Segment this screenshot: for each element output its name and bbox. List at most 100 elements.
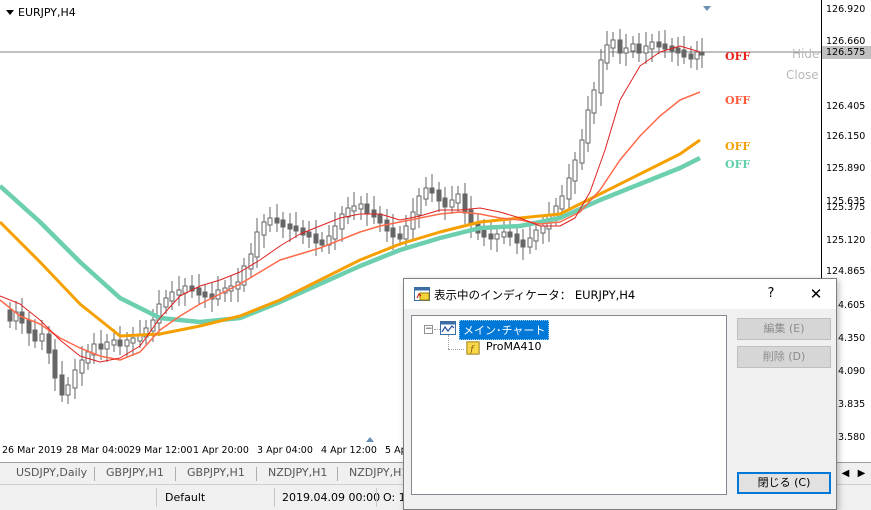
custom-indicator-icon: f: [466, 341, 480, 355]
candle-body: [442, 197, 448, 208]
tab-scroll-left-button[interactable]: ◀: [838, 465, 853, 482]
current-price-badge: 126.575: [822, 46, 871, 59]
delete-button[interactable]: 削除 (D): [737, 346, 831, 368]
tree-collapse-toggle[interactable]: −: [424, 325, 433, 334]
price-label: 126.150: [826, 131, 866, 142]
candle-body: [196, 287, 202, 296]
ghost-close-label[interactable]: Close: [786, 68, 819, 82]
candle-body: [579, 139, 585, 164]
candle-body: [254, 231, 260, 258]
indicators-dialog[interactable]: 表示中のインディケータ： EURJPY,H4 ? ✕ − メイン･チャート f …: [403, 278, 837, 510]
candle-body: [488, 233, 494, 240]
off-label-text: OFF: [725, 158, 751, 171]
candle-body: [293, 225, 299, 232]
time-label: 28 Mar 04:00: [66, 445, 130, 456]
candle-body: [694, 51, 700, 60]
candle-body: [169, 291, 175, 302]
status-profile: Default: [165, 491, 206, 504]
price-label: 126.405: [826, 101, 866, 112]
candle-body: [610, 39, 616, 49]
status-datetime: 2019.04.09 00:00: [282, 491, 381, 504]
tab-gbpjpy-h1-2[interactable]: GBPJPY,H1: [187, 466, 245, 479]
candle-body: [688, 53, 694, 60]
candle-body: [403, 225, 409, 240]
candle-body: [182, 285, 188, 294]
tree-item-main-chart[interactable]: メイン･チャート: [459, 320, 550, 340]
price-label: 125.375: [826, 202, 866, 213]
time-label: 1 Apr 20:00: [193, 445, 249, 456]
ghost-hide-label[interactable]: Hide: [792, 47, 819, 61]
tree-connector: [448, 349, 464, 350]
tab-gbpjpy-h1[interactable]: GBPJPY,H1: [106, 466, 164, 479]
candle-body: [124, 339, 130, 347]
off-label-text: OFF: [725, 50, 751, 63]
tab-nzdjpy-h1[interactable]: NZDJPY,H1: [268, 466, 327, 479]
candle-body: [699, 51, 705, 56]
candle-body: [351, 205, 357, 212]
indicator-list-icon: [414, 287, 430, 301]
candle-body: [397, 233, 403, 240]
candle-body: [566, 177, 572, 200]
candle-body: [636, 43, 642, 54]
dialog-title: 表示中のインディケータ： EURJPY,H4: [434, 288, 636, 302]
tree-connector: [448, 335, 449, 349]
tab-scroll-right-button[interactable]: ▶: [854, 465, 869, 482]
candle-body: [390, 227, 396, 238]
time-label: 3 Apr 04:00: [257, 445, 313, 456]
candle-body: [540, 225, 546, 234]
candle-body: [313, 233, 319, 244]
dialog-titlebar[interactable]: 表示中のインディケータ： EURJPY,H4 ? ✕: [404, 279, 836, 309]
price-label: 125.120: [826, 235, 866, 246]
price-label: 4.350: [838, 333, 866, 344]
dialog-close-button[interactable]: ✕: [804, 283, 828, 305]
tab-nzdjpy-h1-2[interactable]: NZDJPY,H1: [349, 466, 408, 479]
candle-body: [455, 193, 461, 204]
candle-body: [176, 289, 182, 296]
tab-separator: [175, 467, 176, 481]
candle-body: [59, 374, 65, 396]
candle-body: [130, 337, 136, 344]
candle-body: [104, 341, 110, 350]
candle-body: [604, 44, 610, 64]
triangle-right-icon: ▶: [857, 468, 866, 479]
candle-body: [507, 231, 513, 238]
price-label: 3.835: [838, 399, 866, 410]
help-button[interactable]: ?: [760, 283, 782, 305]
time-label: 26 Mar 2019: [2, 445, 63, 456]
candle-body: [117, 339, 123, 347]
candle-body: [267, 217, 273, 226]
candle-body: [429, 187, 435, 194]
edit-button[interactable]: 編集 (E): [737, 318, 831, 340]
candle-body: [585, 109, 591, 144]
price-label: 3.580: [838, 432, 866, 443]
candle-body: [630, 43, 636, 52]
off-label-orange: OFF: [725, 140, 750, 153]
close-button[interactable]: 閉じる (C): [737, 472, 831, 494]
candle-body: [527, 237, 533, 248]
indicator-tree[interactable]: − メイン･チャート f ProMA410: [411, 315, 727, 495]
candle-body: [501, 231, 507, 238]
candle-body: [481, 229, 487, 238]
off-label-text: OFF: [725, 140, 751, 153]
candle-body: [494, 233, 500, 240]
candle-body: [98, 343, 104, 350]
off-label-teal: OFF: [725, 158, 750, 171]
tree-item-proma410[interactable]: ProMA410: [486, 340, 541, 353]
candle-body: [39, 333, 45, 342]
candle-body: [423, 187, 429, 200]
candle-body: [52, 349, 58, 379]
candle-body: [643, 45, 649, 54]
candle-body: [377, 213, 383, 224]
triangle-left-icon: ◀: [841, 468, 850, 479]
candle-body: [410, 211, 416, 230]
candle-body: [72, 369, 78, 389]
tab-separator: [337, 467, 338, 481]
candle-body: [617, 39, 623, 54]
tab-usdjpy-daily[interactable]: USDJPY,Daily: [16, 466, 87, 479]
chart-shift-marker: [366, 437, 374, 442]
status-separator: [156, 488, 157, 507]
status-separator: [376, 488, 377, 507]
candle-body: [623, 47, 629, 54]
candle-body: [449, 199, 455, 208]
candle-body: [598, 59, 604, 94]
